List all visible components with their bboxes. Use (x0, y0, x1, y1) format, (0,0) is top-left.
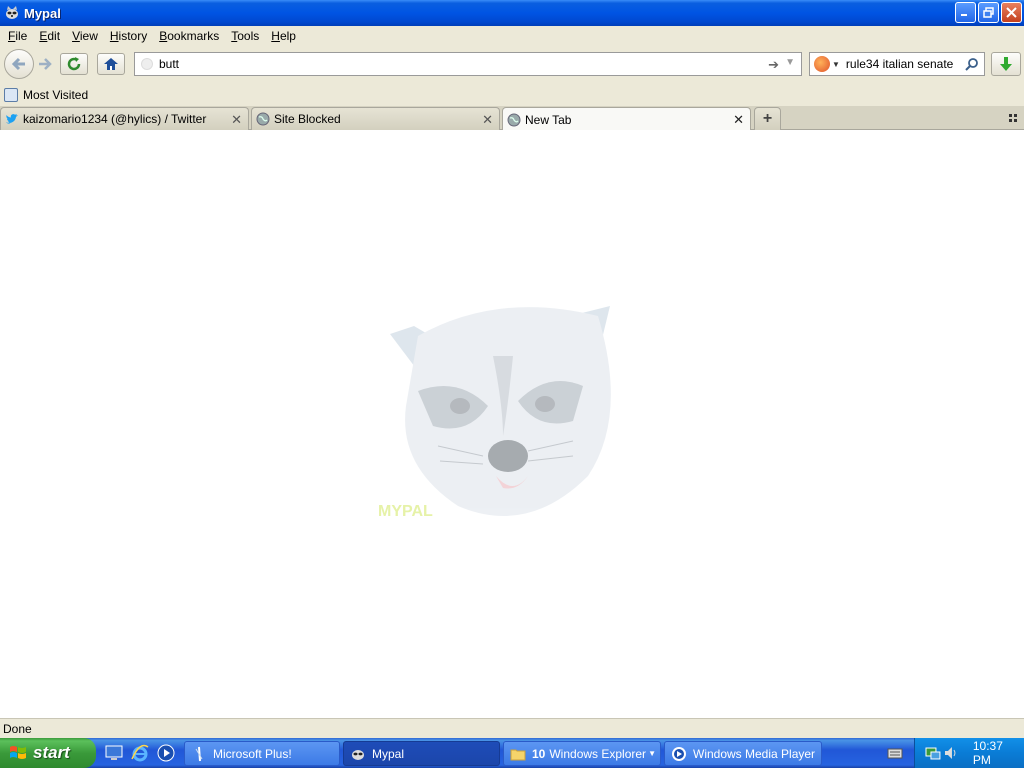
tab-strip: kaizomario1234 (@hylics) / Twitter ✕ Sit… (0, 106, 1024, 131)
tab-close-icon[interactable]: ✕ (231, 112, 242, 128)
new-tab-button[interactable]: + (754, 107, 781, 130)
url-input[interactable] (159, 57, 759, 71)
home-icon (104, 58, 118, 70)
menu-bar: File Edit View History Bookmarks Tools H… (0, 26, 1024, 46)
twitter-bird-icon (5, 112, 19, 126)
most-visited-label: Most Visited (23, 88, 89, 102)
window-titlebar[interactable]: Mypal (0, 0, 1024, 26)
menu-history[interactable]: History (104, 29, 153, 43)
most-visited-folder[interactable]: Most Visited (4, 88, 88, 102)
start-button[interactable]: start (0, 738, 96, 768)
back-button[interactable] (4, 49, 34, 79)
menu-bookmarks[interactable]: Bookmarks (153, 29, 225, 43)
search-bar[interactable]: ▼ (809, 52, 985, 76)
plus-icon (195, 746, 203, 761)
globe-icon (507, 113, 521, 127)
raccoon-icon (6, 6, 18, 19)
menu-file[interactable]: File (2, 29, 33, 43)
tab-label: New Tab (525, 112, 572, 127)
downloads-button[interactable] (991, 52, 1021, 76)
reload-icon (67, 57, 81, 71)
search-input[interactable] (845, 57, 966, 71)
tab-twitter[interactable]: kaizomario1234 (@hylics) / Twitter ✕ (0, 107, 249, 130)
tab-close-icon[interactable]: ✕ (733, 112, 744, 128)
close-icon (1006, 7, 1017, 18)
desktop-icon[interactable] (104, 743, 124, 763)
url-bar[interactable]: ➔ ▼ (134, 52, 802, 76)
network-icon[interactable] (925, 745, 941, 761)
tab-label: kaizomario1234 (@hylics) / Twitter (23, 112, 207, 126)
download-arrow-icon (1000, 57, 1012, 71)
quick-launch (104, 743, 176, 763)
raccoon-icon (352, 749, 364, 760)
site-identity-icon (141, 58, 153, 70)
menu-help[interactable]: Help (265, 29, 302, 43)
reload-button[interactable] (60, 53, 88, 75)
plus-icon: + (762, 110, 773, 127)
close-button[interactable] (1001, 2, 1022, 23)
home-button[interactable] (97, 53, 125, 75)
group-dropdown-icon[interactable]: ▼ (648, 749, 656, 758)
tab-site-blocked[interactable]: Site Blocked ✕ (251, 107, 500, 130)
clock[interactable]: 10:37 PM (973, 739, 1024, 767)
search-engine-dropdown-icon[interactable]: ▼ (832, 60, 840, 69)
menu-edit[interactable]: Edit (33, 29, 66, 43)
forward-button[interactable] (34, 54, 56, 74)
windows-taskbar: start Microsoft Plus! Mypal 10 Windows E… (0, 738, 1024, 768)
page-content: MYPAL (0, 130, 1024, 718)
tab-close-icon[interactable]: ✕ (482, 112, 493, 128)
navigation-toolbar: ➔ ▼ ▼ (0, 46, 1024, 84)
restore-icon (983, 7, 994, 18)
list-all-tabs-icon[interactable] (1008, 112, 1020, 124)
mypal-logo-text: MYPAL (378, 503, 433, 520)
menu-view[interactable]: View (66, 29, 104, 43)
forward-arrow-icon (39, 58, 52, 70)
internet-explorer-icon[interactable] (130, 743, 150, 763)
minimize-icon (961, 14, 967, 16)
mypal-raccoon-logo: MYPAL (378, 306, 611, 520)
search-icon[interactable] (965, 57, 979, 71)
folder-icon (510, 749, 526, 760)
window-title: Mypal (24, 5, 61, 21)
most-visited-icon (4, 88, 18, 102)
globe-icon (256, 112, 270, 126)
system-tray: 10:37 PM (914, 738, 1024, 768)
media-player-icon (672, 746, 686, 761)
media-player-icon[interactable] (156, 743, 176, 763)
menu-tools[interactable]: Tools (225, 29, 265, 43)
tab-new-tab[interactable]: New Tab ✕ (502, 107, 751, 131)
back-arrow-icon (11, 57, 25, 71)
volume-icon[interactable] (943, 745, 959, 761)
tab-label: Site Blocked (274, 112, 341, 126)
minimize-button[interactable] (955, 2, 976, 23)
restore-button[interactable] (978, 2, 999, 23)
go-arrow-icon[interactable]: ➔ (768, 57, 779, 73)
status-text: Done (3, 721, 32, 736)
language-bar-icon[interactable] (887, 745, 903, 761)
bookmarks-toolbar: Most Visited (0, 84, 1024, 106)
task-windows-media-player[interactable]: Windows Media Player (664, 741, 822, 766)
url-dropdown-icon[interactable]: ▼ (785, 57, 795, 68)
task-microsoft-plus[interactable]: Microsoft Plus! (184, 741, 340, 766)
status-bar: Done (0, 718, 1024, 738)
duckduckgo-icon[interactable] (814, 56, 830, 72)
start-label: start (33, 743, 70, 762)
task-mypal[interactable]: Mypal (343, 741, 500, 766)
windows-logo-icon (10, 746, 26, 759)
task-windows-explorer[interactable]: 10 Windows Explorer ▼ (503, 741, 661, 766)
